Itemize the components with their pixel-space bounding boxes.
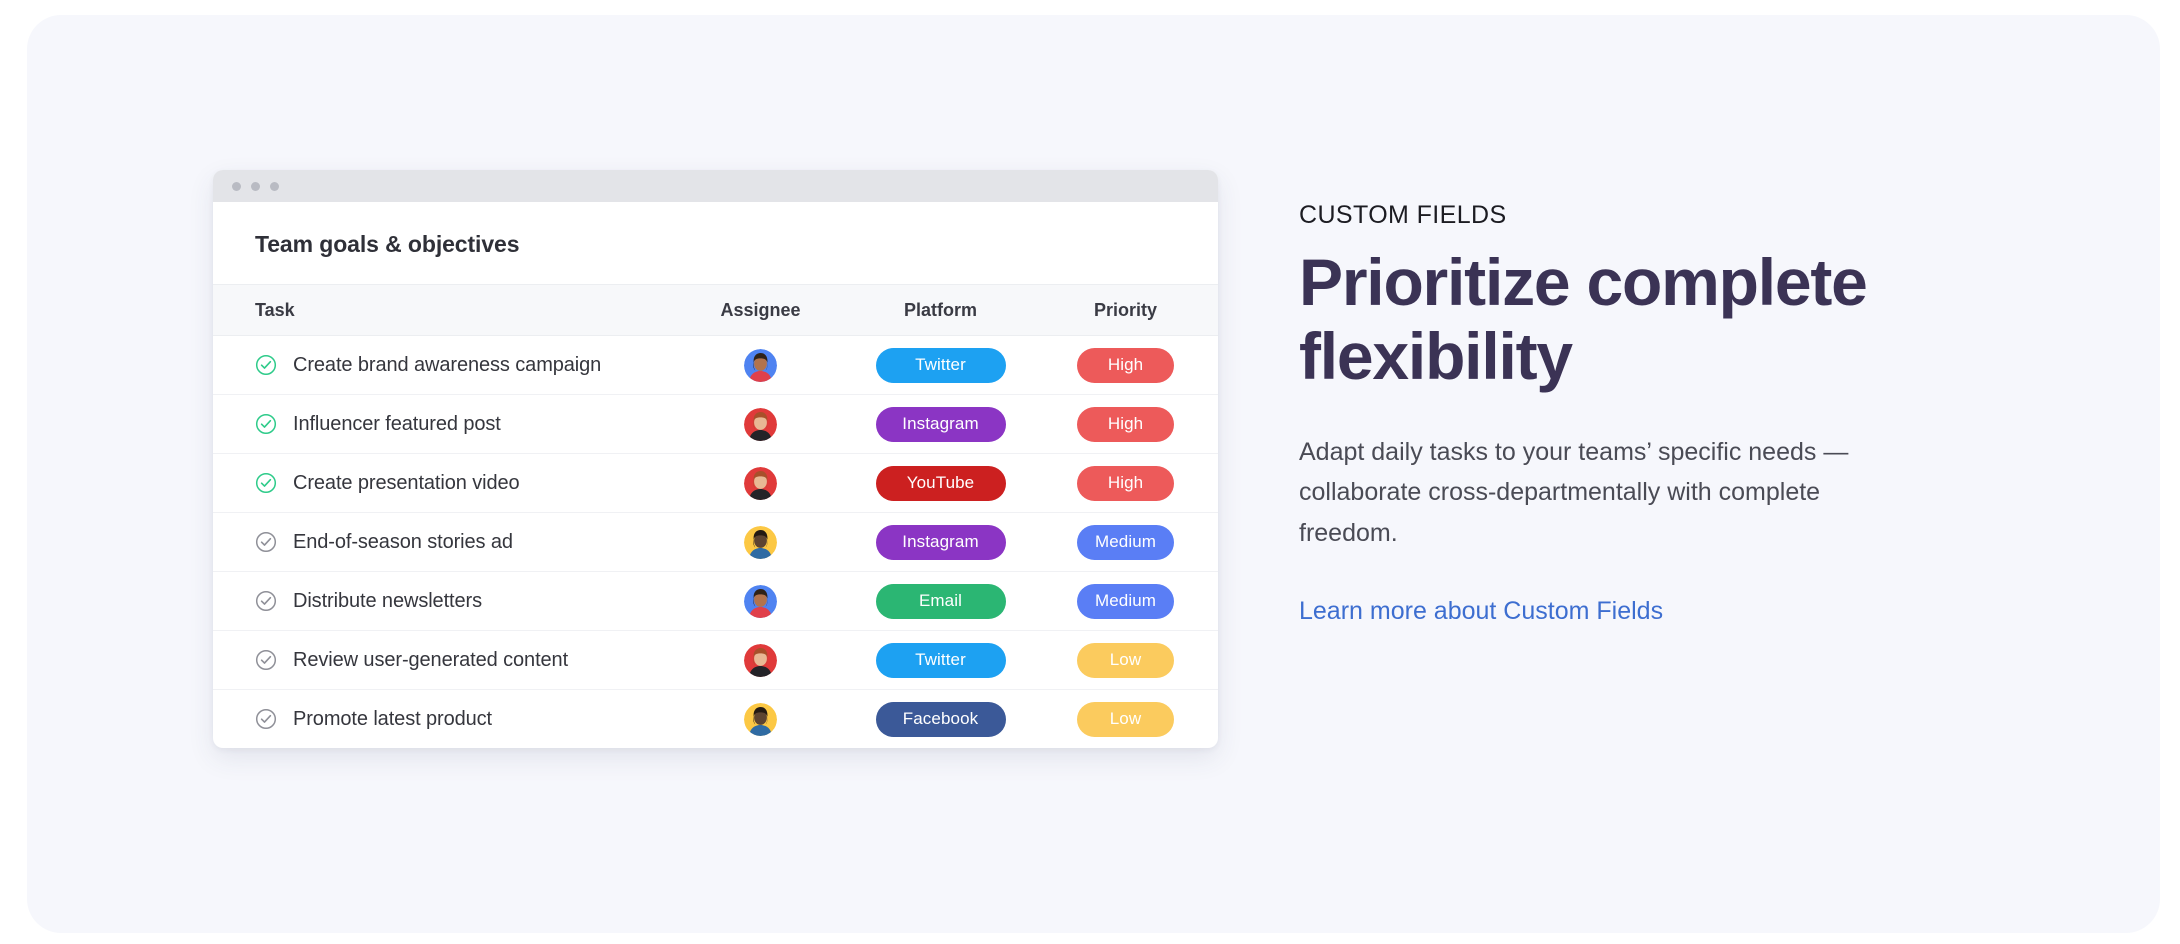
task-label: Influencer featured post: [293, 412, 501, 435]
task-label: Distribute newsletters: [293, 589, 482, 612]
platform-cell[interactable]: Email: [848, 571, 1033, 631]
assignee-cell[interactable]: [673, 690, 848, 749]
table-body: Create brand awareness campaign Twitter Hi…: [213, 335, 1218, 749]
task-cell[interactable]: Create brand awareness campaign: [213, 335, 673, 395]
priority-badge[interactable]: Low: [1077, 701, 1174, 737]
task-cell[interactable]: Create presentation video: [213, 453, 673, 513]
table-row[interactable]: Promote latest product Facebook Low: [213, 690, 1218, 749]
task-cell[interactable]: Distribute newsletters: [213, 571, 673, 631]
platform-cell[interactable]: Facebook: [848, 690, 1033, 749]
platform-cell[interactable]: Twitter: [848, 335, 1033, 395]
check-circle-filled-icon[interactable]: [255, 354, 277, 376]
priority-cell[interactable]: Medium: [1033, 571, 1218, 631]
table-header: Task Assignee Platform Priority: [213, 284, 1218, 336]
column-header-priority[interactable]: Priority: [1033, 284, 1218, 336]
priority-badge[interactable]: Medium: [1077, 583, 1174, 619]
column-header-assignee[interactable]: Assignee: [673, 284, 848, 336]
task-cell[interactable]: Review user-generated content: [213, 630, 673, 690]
task-label: Create brand awareness campaign: [293, 353, 602, 376]
eyebrow-label: CUSTOM FIELDS: [1299, 201, 1507, 229]
platform-cell[interactable]: Instagram: [848, 512, 1033, 572]
task-cell[interactable]: Promote latest product: [213, 690, 673, 749]
window-dot-minimize-icon[interactable]: [251, 181, 260, 191]
platform-cell[interactable]: Instagram: [848, 394, 1033, 454]
avatar[interactable]: [744, 466, 777, 500]
priority-cell[interactable]: High: [1033, 453, 1218, 513]
task-label: End-of-season stories ad: [293, 530, 513, 553]
table-row[interactable]: Influencer featured post Instagram High: [213, 394, 1218, 454]
app-window-card: Team goals & objectives Task Assignee Pl…: [213, 170, 1218, 748]
avatar[interactable]: [744, 584, 777, 618]
priority-cell[interactable]: Low: [1033, 690, 1218, 749]
assignee-cell[interactable]: [673, 453, 848, 513]
priority-cell[interactable]: High: [1033, 394, 1218, 454]
column-header-task[interactable]: Task: [213, 284, 673, 336]
check-circle-icon[interactable]: [255, 649, 277, 671]
avatar[interactable]: [744, 643, 777, 677]
platform-badge[interactable]: Twitter: [875, 642, 1006, 678]
platform-badge[interactable]: Instagram: [875, 406, 1006, 442]
feature-content: CUSTOM FIELDS Prioritize complete flexib…: [1299, 201, 1939, 626]
task-label: Review user-generated content: [293, 648, 569, 671]
priority-badge[interactable]: Low: [1077, 642, 1174, 678]
platform-badge[interactable]: Instagram: [875, 524, 1006, 560]
table-row[interactable]: End-of-season stories ad Instagram Medium: [213, 512, 1218, 572]
task-cell[interactable]: Influencer featured post: [213, 394, 673, 454]
task-label: Promote latest product: [293, 707, 493, 730]
check-circle-icon[interactable]: [255, 708, 277, 730]
avatar[interactable]: [744, 525, 777, 559]
platform-badge[interactable]: Twitter: [875, 347, 1006, 383]
priority-cell[interactable]: Low: [1033, 630, 1218, 690]
page-title: Prioritize complete flexibility: [1299, 245, 1868, 393]
priority-cell[interactable]: Medium: [1033, 512, 1218, 572]
priority-badge[interactable]: High: [1077, 406, 1174, 442]
platform-badge[interactable]: Facebook: [875, 701, 1006, 737]
check-circle-icon[interactable]: [255, 590, 277, 612]
avatar[interactable]: [744, 702, 777, 736]
priority-cell[interactable]: High: [1033, 335, 1218, 395]
assignee-cell[interactable]: [673, 571, 848, 631]
platform-badge[interactable]: YouTube: [875, 465, 1006, 501]
table-row[interactable]: Review user-generated content Twitter Low: [213, 630, 1218, 690]
body-paragraph: Adapt daily tasks to your teams’ specifi…: [1299, 437, 1849, 547]
assignee-cell[interactable]: [673, 335, 848, 395]
platform-cell[interactable]: YouTube: [848, 453, 1033, 513]
table-row[interactable]: Distribute newsletters Email Medium: [213, 571, 1218, 631]
window-dot-maximize-icon[interactable]: [270, 181, 279, 191]
feature-panel: Team goals & objectives Task Assignee Pl…: [27, 15, 2160, 933]
assignee-cell[interactable]: [673, 630, 848, 690]
learn-more-link[interactable]: Learn more about Custom Fields: [1299, 597, 1663, 625]
check-circle-filled-icon[interactable]: [255, 472, 277, 494]
table-header-row: Task Assignee Platform Priority: [213, 284, 1218, 336]
table-row[interactable]: Create presentation video YouTube High: [213, 453, 1218, 513]
card-title: Team goals & objectives: [255, 231, 520, 257]
platform-cell[interactable]: Twitter: [848, 630, 1033, 690]
assignee-cell[interactable]: [673, 512, 848, 572]
platform-badge[interactable]: Email: [875, 583, 1006, 619]
priority-badge[interactable]: Medium: [1077, 524, 1174, 560]
window-titlebar: [213, 170, 1218, 202]
column-header-platform[interactable]: Platform: [848, 284, 1033, 336]
priority-badge[interactable]: High: [1077, 347, 1174, 383]
tasks-table: Task Assignee Platform Priority Create b…: [213, 284, 1218, 748]
avatar[interactable]: [744, 348, 777, 382]
task-cell[interactable]: End-of-season stories ad: [213, 512, 673, 572]
avatar[interactable]: [744, 407, 777, 441]
window-dot-close-icon[interactable]: [232, 181, 241, 191]
task-label: Create presentation video: [293, 471, 520, 494]
table-row[interactable]: Create brand awareness campaign Twitter Hi…: [213, 335, 1218, 395]
check-circle-filled-icon[interactable]: [255, 413, 277, 435]
check-circle-icon[interactable]: [255, 531, 277, 553]
assignee-cell[interactable]: [673, 394, 848, 454]
priority-badge[interactable]: High: [1077, 465, 1174, 501]
